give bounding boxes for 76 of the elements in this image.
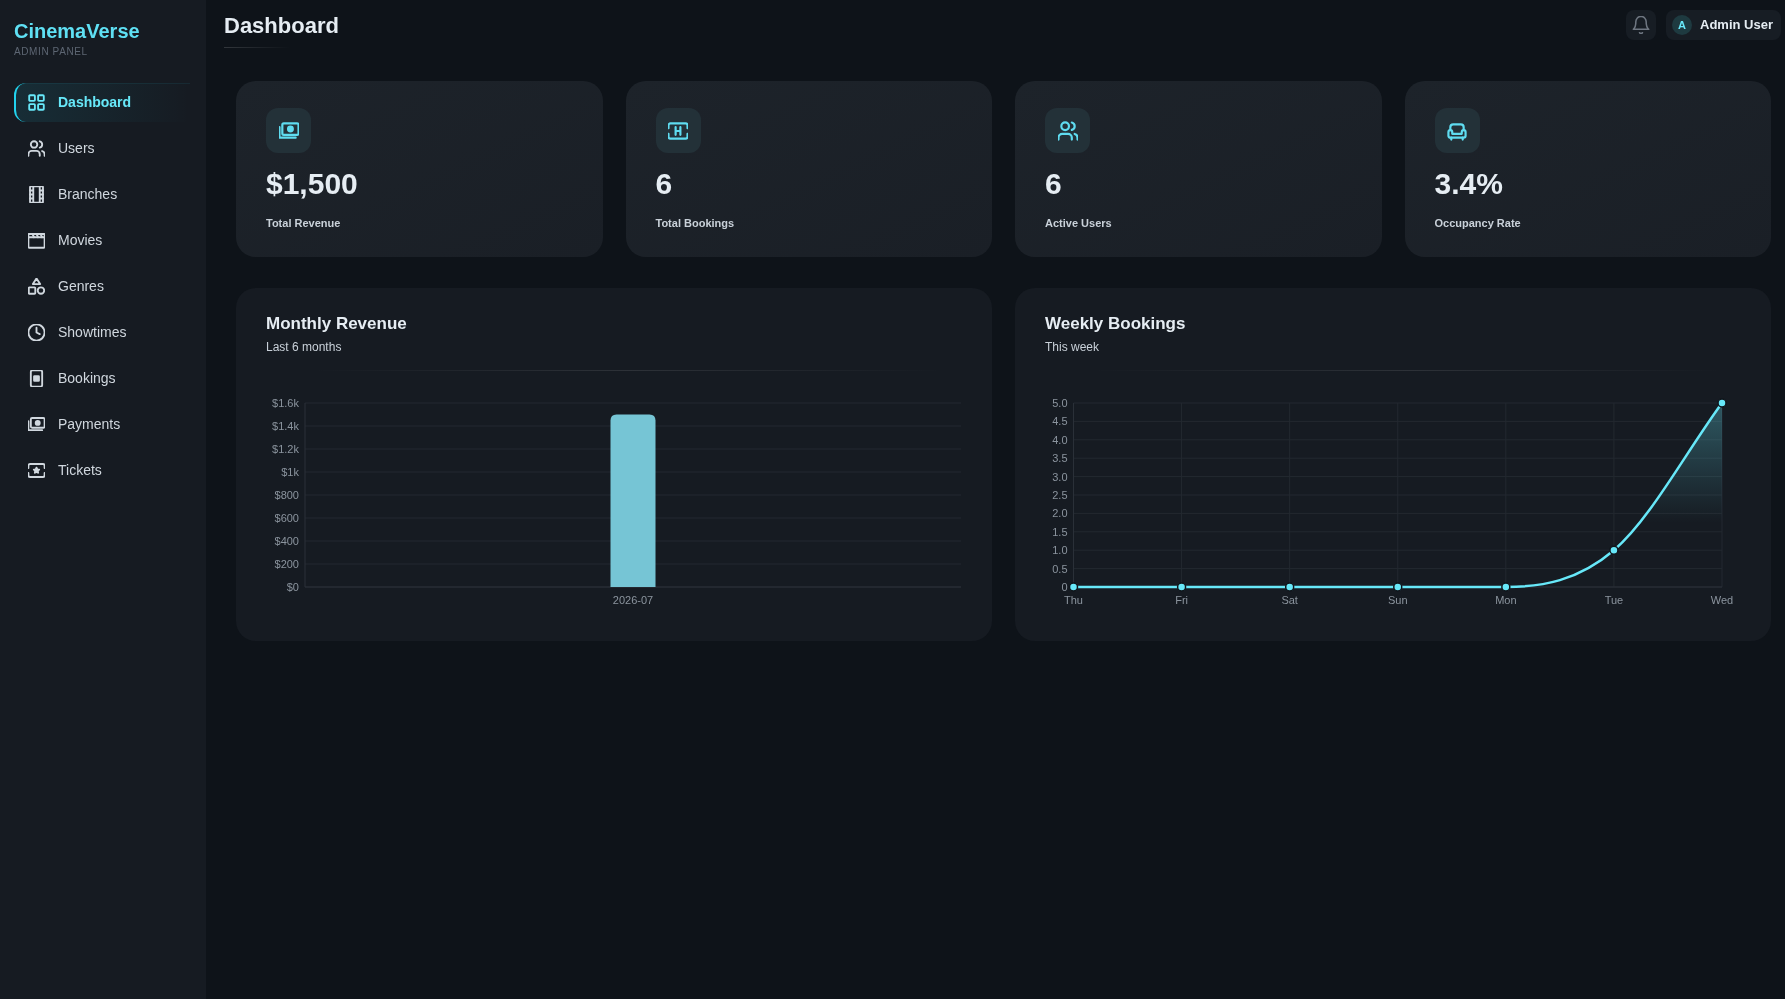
ticket-icon	[28, 462, 45, 479]
stat-value: 6	[655, 166, 673, 202]
x-axis-label: Fri	[1175, 594, 1188, 606]
nav-item[interactable]: Tickets	[14, 451, 190, 490]
stat-value: 3.4%	[1434, 166, 1503, 202]
y-axis-label: 5.0	[1052, 397, 1068, 409]
stat-label: Occupancy Rate	[1434, 216, 1521, 231]
card-title: Weekly Bookings	[1045, 313, 1186, 335]
stat-value: 6	[1045, 166, 1062, 202]
card-subtitle: This week	[1045, 339, 1100, 356]
x-axis-label: Mon	[1495, 594, 1517, 606]
x-axis-label: Sat	[1281, 594, 1298, 606]
nav-item[interactable]: Bookings	[14, 359, 190, 398]
x-axis-label: Tue	[1604, 594, 1624, 606]
y-axis-label: $200	[274, 558, 299, 570]
y-axis-label: 3.5	[1052, 452, 1068, 465]
y-axis-label: 3.0	[1052, 470, 1068, 483]
x-axis-label: Wed	[1710, 594, 1734, 606]
y-axis-label: 1.0	[1052, 544, 1068, 557]
y-axis-label: 0.5	[1052, 562, 1068, 575]
y-axis-label: $600	[274, 512, 299, 524]
y-axis-label: $400	[274, 535, 299, 547]
stat-label: Active Users	[1045, 216, 1112, 231]
y-axis-label: 4.0	[1052, 433, 1068, 446]
nav-item[interactable]: Genres	[14, 267, 190, 306]
stat-value: $1,500	[266, 166, 358, 202]
data-point	[1284, 582, 1295, 592]
data-point	[1068, 582, 1079, 592]
y-axis-label: 2.0	[1052, 507, 1068, 520]
stat-label: Total Bookings	[655, 216, 735, 231]
nav-item[interactable]: Payments	[14, 405, 190, 444]
y-axis-label: $0	[286, 581, 299, 593]
y-axis-label: $1.4k	[272, 420, 299, 432]
banknote-icon	[28, 416, 45, 433]
shapes-icon	[28, 278, 45, 295]
banknote-icon	[266, 108, 311, 153]
data-point	[1176, 582, 1187, 592]
film-strip-icon	[28, 186, 45, 203]
y-axis-label: $1.2k	[272, 443, 299, 455]
card-title: Monthly Revenue	[266, 313, 407, 335]
users-icon	[1045, 108, 1090, 153]
y-axis-label: 0	[1061, 581, 1068, 593]
nav-item[interactable]: Dashboard	[14, 83, 190, 122]
clapperboard-icon	[28, 232, 45, 249]
grid-icon	[28, 94, 45, 111]
bell-icon	[1632, 16, 1651, 34]
stat-label: Total Revenue	[266, 216, 341, 231]
x-axis-label: 2026-07	[612, 594, 654, 606]
data-point	[1717, 398, 1727, 408]
notification-button[interactable]	[1626, 10, 1657, 40]
sofa-icon	[1434, 108, 1480, 153]
users-icon	[28, 140, 45, 157]
brand-subtitle: ADMIN PANEL	[14, 45, 88, 59]
y-axis-label: 1.5	[1052, 525, 1068, 538]
clock-icon	[28, 324, 45, 341]
nav-item[interactable]: Branches	[14, 175, 190, 214]
nav-item[interactable]: Users	[14, 129, 190, 168]
y-axis-label: $800	[274, 489, 299, 501]
page-title: Dashboard	[224, 12, 339, 40]
ticket-icon	[655, 108, 701, 153]
card-subtitle: Last 6 months	[266, 339, 342, 356]
nav-item[interactable]: Showtimes	[14, 313, 190, 352]
y-axis-label: 4.5	[1052, 415, 1068, 428]
y-axis-label: $1.6k	[272, 397, 299, 409]
y-axis-label: $1k	[281, 466, 299, 478]
brand-name: CinemaVerse	[14, 19, 140, 44]
avatar: A	[1672, 15, 1693, 35]
data-point	[1393, 582, 1403, 592]
x-axis-label: Sun	[1387, 594, 1408, 606]
x-axis-label: Thu	[1064, 594, 1083, 606]
data-point	[1609, 545, 1619, 555]
y-axis-label: 2.5	[1052, 489, 1068, 501]
nav-item[interactable]: Movies	[14, 221, 190, 260]
device-icon	[28, 370, 45, 387]
data-point	[1501, 582, 1511, 592]
user-menu-button[interactable]: A Admin User	[1666, 10, 1781, 40]
